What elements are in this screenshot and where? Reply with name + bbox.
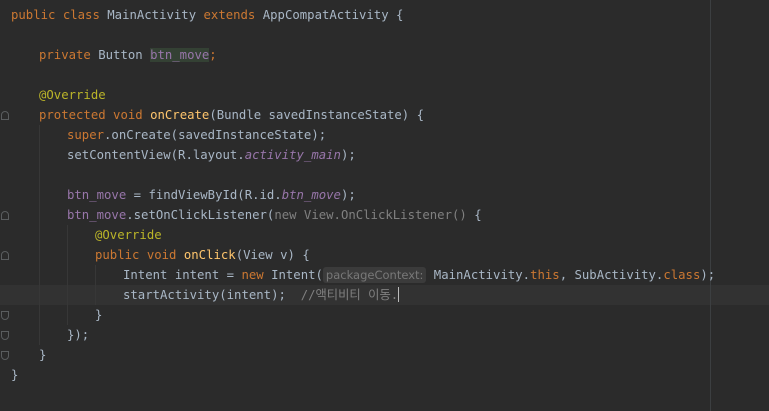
code-line-setcontentview[interactable]: setContentView(R.layout.activity_main); <box>67 145 769 165</box>
code-text: setContentView(R.layout. <box>67 148 245 162</box>
keyword: this <box>530 268 560 282</box>
keyword: new <box>241 268 264 282</box>
indent-guide <box>67 225 68 325</box>
code-text: } <box>39 348 47 362</box>
code-text: { <box>466 208 482 222</box>
code-text: ); <box>340 188 356 202</box>
code-line-oncreate[interactable]: protected void onCreate(Bundle savedInst… <box>39 105 769 125</box>
code-line-close-brace[interactable]: } <box>95 305 769 325</box>
indent-guide <box>95 265 96 305</box>
code-text: Button <box>90 48 151 62</box>
code-line-field-declaration[interactable]: private Button btn_move; <box>39 45 769 65</box>
keyword: public <box>11 8 56 22</box>
code-text: .onCreate(savedInstanceState); <box>104 128 327 142</box>
keyword: class <box>663 268 701 282</box>
indent-guide <box>39 125 40 345</box>
keyword: class <box>62 8 100 22</box>
text-caret <box>398 287 400 302</box>
code-line-close-listener[interactable]: }); <box>67 325 769 345</box>
code-line-startactivity[interactable]: startActivity(intent); //액티비티 이동. <box>123 285 769 305</box>
fold-marker-icon[interactable] <box>1 211 9 220</box>
code-line-super-call[interactable]: super.onCreate(savedInstanceState); <box>67 125 769 145</box>
code-line-close-method[interactable]: } <box>39 345 769 365</box>
field-name: btn_move <box>67 188 127 202</box>
fold-marker-icon[interactable] <box>1 331 9 340</box>
method-name: onCreate <box>150 108 210 122</box>
keyword: extends <box>203 8 256 22</box>
field-name: btn_move <box>281 188 341 202</box>
code-text: ; <box>209 48 217 62</box>
code-line-onclick[interactable]: public void onClick(View v) { <box>95 245 769 265</box>
code-text: ); <box>340 148 356 162</box>
code-text: MainActivity. <box>426 268 531 282</box>
code-line-setonclicklistener[interactable]: btn_move.setOnClickListener(new View.OnC… <box>67 205 769 225</box>
code-line-findviewbyid[interactable]: btn_move = findViewById(R.id.btn_move); <box>67 185 769 205</box>
code-line-intent[interactable]: Intent intent = new Intent(packageContex… <box>123 265 769 285</box>
comment: //액티비티 이동. <box>300 288 399 302</box>
code-text: } <box>11 368 19 382</box>
keyword: void <box>113 108 143 122</box>
code-line-annotation-inner[interactable]: @Override <box>95 225 769 245</box>
code-text: ); <box>700 268 716 282</box>
fold-marker-icon[interactable] <box>1 311 9 320</box>
keyword: private <box>39 48 91 62</box>
editor-gutter <box>0 0 8 411</box>
code-text: Intent intent = <box>123 268 242 282</box>
code-text: startActivity(intent); <box>123 288 301 302</box>
code-text: = findViewById(R.id. <box>126 188 282 202</box>
code-text: (View v) { <box>235 248 310 262</box>
code-line-close-class[interactable]: } <box>11 365 761 385</box>
field-name: activity_main <box>244 148 341 162</box>
code-text: MainActivity <box>99 8 204 22</box>
field-name: btn_move <box>67 208 127 222</box>
code-text: } <box>95 308 103 322</box>
anonymous-class: new View.OnClickListener() <box>274 208 467 222</box>
code-text: }); <box>67 328 90 342</box>
fold-marker-icon[interactable] <box>1 251 9 260</box>
code-text: .setOnClickListener( <box>126 208 275 222</box>
fold-marker-icon[interactable] <box>1 351 9 360</box>
keyword: protected <box>39 108 106 122</box>
method-name: onClick <box>183 248 236 262</box>
keyword: public <box>95 248 140 262</box>
code-line-annotation[interactable]: @Override <box>39 85 769 105</box>
parameter-hint: packageContext: <box>322 267 427 283</box>
code-text: AppCompatActivity { <box>255 8 404 22</box>
code-line-class-declaration[interactable]: public class MainActivity extends AppCom… <box>11 5 761 25</box>
annotation: @Override <box>95 228 162 242</box>
keyword: super <box>67 128 105 142</box>
annotation: @Override <box>39 88 106 102</box>
code-text: , SubActivity. <box>559 268 664 282</box>
field-name[interactable]: btn_move <box>150 48 210 62</box>
code-text: (Bundle savedInstanceState) { <box>209 108 425 122</box>
code-text: Intent( <box>263 268 323 282</box>
fold-marker-icon[interactable] <box>1 111 9 120</box>
keyword: void <box>146 248 177 262</box>
